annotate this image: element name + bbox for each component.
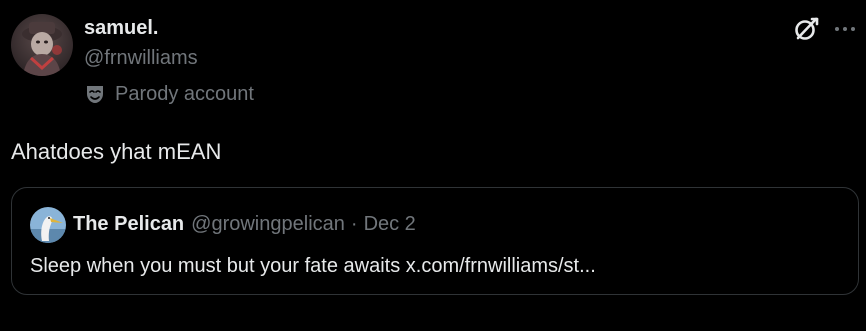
parody-mask-icon (84, 83, 106, 105)
more-icon[interactable] (832, 18, 858, 40)
quoted-date[interactable]: Dec 2 (364, 211, 416, 237)
quoted-author-avatar[interactable] (30, 207, 66, 243)
grok-icon[interactable] (792, 15, 820, 43)
quoted-header: The Pelican @growingpelican · Dec 2 (73, 211, 416, 237)
quoted-text: Sleep when you must but your fate awaits… (30, 255, 596, 277)
author-handle[interactable]: @frnwilliams (84, 46, 198, 70)
tweet: samuel. @frnwilliams Parody account Ahat… (0, 0, 866, 331)
quoted-tweet[interactable]: The Pelican @growingpelican · Dec 2 Slee… (11, 187, 859, 295)
parody-label: Parody account (84, 81, 254, 107)
quoted-author-handle[interactable]: @growingpelican (191, 211, 345, 237)
author-name[interactable]: samuel. (84, 16, 158, 40)
parody-label-text: Parody account (115, 82, 254, 105)
author-avatar[interactable] (11, 14, 73, 76)
separator-dot: · (350, 213, 358, 235)
tweet-text: Ahatdoes yhat mEAN (11, 139, 222, 164)
quoted-author-name[interactable]: The Pelican (73, 211, 184, 237)
